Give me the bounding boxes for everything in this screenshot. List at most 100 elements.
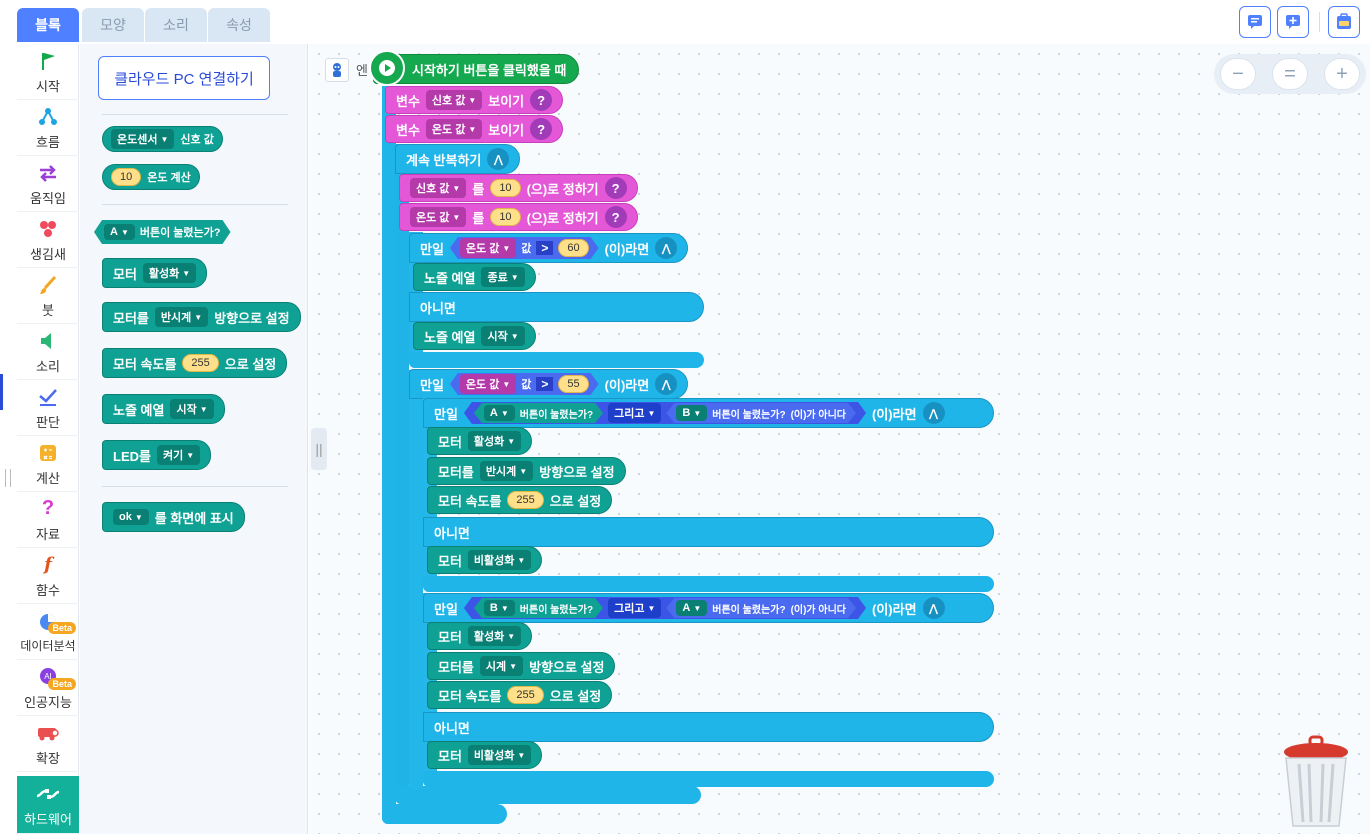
category-brush[interactable]: 붓 — [17, 268, 79, 324]
number-input[interactable]: 255 — [182, 354, 219, 372]
category-data[interactable]: ? 자료 — [17, 492, 79, 548]
number-input[interactable]: 55 — [558, 375, 588, 393]
category-data-analysis[interactable]: Beta 데이터분석 — [17, 604, 79, 660]
cloud-pc-connect-button[interactable]: 클라우드 PC 연결하기 — [98, 56, 270, 100]
motor-state-dropdown[interactable]: 비활성화 ▼ — [467, 745, 532, 765]
button-dropdown[interactable]: B ▼ — [676, 405, 707, 421]
motor-state-dropdown[interactable]: 활성화 ▼ — [467, 626, 522, 646]
zoom-out-button[interactable]: − — [1220, 58, 1256, 90]
button-pressed-block[interactable]: A ▼ 버튼이 눌렸는가? — [474, 403, 603, 423]
variable-dropdown[interactable]: 신호 값 ▼ — [410, 178, 467, 198]
trash-icon[interactable] — [1281, 734, 1351, 830]
zoom-in-button[interactable]: + — [1324, 58, 1360, 90]
add-comment-button[interactable] — [1277, 6, 1309, 38]
button-dropdown[interactable]: A ▼ — [676, 600, 707, 616]
number-input[interactable]: 255 — [507, 491, 544, 509]
variable-dropdown[interactable]: 신호 값 ▼ — [425, 90, 483, 110]
motor-state-block[interactable]: 모터 활성화 ▼ — [427, 622, 533, 650]
if-block[interactable]: 만일 온도 값 ▼ 값 > 55 (이)라면 ⋀ — [409, 369, 689, 399]
led-dropdown[interactable]: 켜기 ▼ — [156, 445, 201, 465]
palette-block-display[interactable]: ok ▼ 를 화면에 표시 — [102, 502, 245, 532]
motor-state-dropdown[interactable]: 활성화 ▼ — [142, 263, 197, 283]
not-block[interactable]: B ▼ 버튼이 눌렸는가? (이)가 아니다 — [666, 403, 856, 423]
category-hardware[interactable]: 하드웨어 — [17, 776, 79, 834]
category-function[interactable]: f 함수 — [17, 548, 79, 604]
show-variable-block[interactable]: 변수 온도 값 ▼ 보이기 ? — [385, 115, 564, 143]
motor-state-block[interactable]: 모터 활성화 ▼ — [427, 427, 533, 455]
palette-block-sensor-value[interactable]: 온도센서 ▼ 신호 값 — [102, 126, 223, 152]
motor-direction-block[interactable]: 모터를 시계 ▼ 방향으로 설정 — [427, 652, 616, 680]
motor-direction-block[interactable]: 모터를 반시계 ▼ 방향으로 설정 — [427, 457, 626, 485]
operator-dropdown[interactable]: > — [536, 377, 553, 391]
button-pressed-block[interactable]: B ▼ 버튼이 눌렸는가? — [474, 598, 603, 618]
backpack-button[interactable] — [1328, 6, 1360, 38]
direction-dropdown[interactable]: 반시계 ▼ — [479, 461, 534, 481]
compare-block[interactable]: 온도 값 ▼ 값 > 60 — [450, 237, 599, 259]
if-else-block[interactable]: 만일 B ▼ 버튼이 눌렸는가? 그리고 ▼ A ▼ 버튼이 눌렸는가? (이)가 아… — [423, 593, 994, 623]
button-dropdown[interactable]: A ▼ — [484, 405, 515, 421]
set-variable-block[interactable]: 온도 값 ▼ 를 10 (으)로 정하기 ? — [399, 203, 638, 231]
show-variable-block[interactable]: 변수 신호 값 ▼ 보이기 ? — [385, 86, 564, 114]
zoom-reset-button[interactable]: = — [1272, 58, 1308, 90]
help-icon[interactable]: ? — [604, 177, 627, 199]
number-input[interactable]: 60 — [558, 239, 588, 257]
forever-loop-block[interactable]: 계속 반복하기 ⋀ — [395, 144, 521, 174]
category-motion[interactable]: 움직임 — [17, 156, 79, 212]
variable-dropdown[interactable]: 온도 값 ▼ — [460, 374, 516, 394]
not-block[interactable]: A ▼ 버튼이 눌렸는가? (이)가 아니다 — [666, 598, 856, 618]
help-icon[interactable]: ? — [604, 206, 627, 228]
display-dropdown[interactable]: ok ▼ — [113, 509, 149, 525]
palette-block-motor-direction[interactable]: 모터를 반시계 ▼ 방향으로 설정 — [102, 302, 301, 332]
nozzle-block[interactable]: 노즐 예열 시작 ▼ — [413, 322, 536, 350]
and-block[interactable]: A ▼ 버튼이 눌렸는가? 그리고 ▼ B ▼ 버튼이 눌렸는가? (이)가 아니다 — [464, 402, 866, 424]
category-judge[interactable]: 판단 — [17, 380, 79, 436]
tab-shapes[interactable]: 모양 — [82, 8, 144, 42]
category-extension[interactable]: 확장 — [17, 716, 79, 772]
palette-block-motor-speed[interactable]: 모터 속도를 255 으로 설정 — [102, 348, 288, 378]
category-start[interactable]: 시작 — [17, 44, 79, 100]
script-workspace[interactable]: 엔 − = + 시작하기 버튼을 클릭했을 때 변수 신호 값 ▼ 보이기 ? 변… — [309, 44, 1370, 834]
button-dropdown[interactable]: B ▼ — [484, 600, 515, 616]
motor-state-dropdown[interactable]: 비활성화 ▼ — [467, 550, 532, 570]
number-input[interactable]: 10 — [490, 208, 521, 226]
sensor-dropdown[interactable]: 온도센서 ▼ — [111, 129, 175, 149]
help-icon[interactable]: ? — [530, 118, 553, 140]
resize-handle[interactable] — [5, 469, 11, 487]
panel-resize-handle[interactable]: || — [311, 428, 327, 470]
set-variable-block[interactable]: 신호 값 ▼ 를 10 (으)로 정하기 ? — [399, 174, 638, 202]
variable-dropdown[interactable]: 온도 값 ▼ — [410, 207, 467, 227]
direction-dropdown[interactable]: 시계 ▼ — [479, 656, 524, 676]
number-input[interactable]: 10 — [490, 179, 521, 197]
if-else-block[interactable]: 만일 A ▼ 버튼이 눌렸는가? 그리고 ▼ B ▼ 버튼이 눌렸는가? (이)가 아… — [423, 398, 994, 428]
tab-blocks[interactable]: 블록 — [17, 8, 79, 42]
if-else-block[interactable]: 만일 온도 값 ▼ 값 > 60 (이)라면 ⋀ — [409, 233, 689, 263]
direction-dropdown[interactable]: 반시계 ▼ — [154, 307, 209, 327]
category-ai[interactable]: AI Beta 인공지능 — [17, 660, 79, 716]
palette-block-temp-calc[interactable]: 10 온도 계산 — [102, 164, 200, 190]
variable-dropdown[interactable]: 온도 값 ▼ — [460, 238, 516, 258]
tab-properties[interactable]: 속성 — [208, 8, 270, 42]
motor-state-dropdown[interactable]: 활성화 ▼ — [467, 431, 522, 451]
number-input[interactable]: 255 — [507, 686, 544, 704]
category-sound[interactable]: 소리 — [17, 324, 79, 380]
palette-block-motor-activate[interactable]: 모터 활성화 ▼ — [102, 258, 208, 288]
motor-speed-block[interactable]: 모터 속도를 255 으로 설정 — [427, 681, 613, 709]
category-looks[interactable]: 생김새 — [17, 212, 79, 268]
category-calc[interactable]: 계산 — [17, 436, 79, 492]
compare-block[interactable]: 온도 값 ▼ 값 > 55 — [450, 373, 599, 395]
and-block[interactable]: B ▼ 버튼이 눌렸는가? 그리고 ▼ A ▼ 버튼이 눌렸는가? (이)가 아니다 — [464, 597, 866, 619]
nozzle-dropdown[interactable]: 시작 ▼ — [170, 399, 214, 419]
number-input[interactable]: 10 — [111, 168, 142, 186]
motor-state-block[interactable]: 모터 비활성화 ▼ — [427, 546, 543, 574]
logic-dropdown[interactable]: 그리고 ▼ — [608, 403, 661, 423]
palette-block-led[interactable]: LED를 켜기 ▼ — [102, 440, 212, 470]
help-icon[interactable]: ? — [530, 89, 553, 111]
nozzle-dropdown[interactable]: 시작 ▼ — [481, 326, 525, 346]
variable-dropdown[interactable]: 온도 값 ▼ — [425, 119, 483, 139]
motor-speed-block[interactable]: 모터 속도를 255 으로 설정 — [427, 486, 613, 514]
nozzle-dropdown[interactable]: 종료 ▼ — [481, 267, 525, 287]
button-dropdown[interactable]: A ▼ — [104, 224, 135, 240]
tab-sounds[interactable]: 소리 — [145, 8, 207, 42]
palette-block-button-pressed[interactable]: A ▼ 버튼이 눌렸는가? — [94, 220, 231, 244]
category-flow[interactable]: 흐름 — [17, 100, 79, 156]
